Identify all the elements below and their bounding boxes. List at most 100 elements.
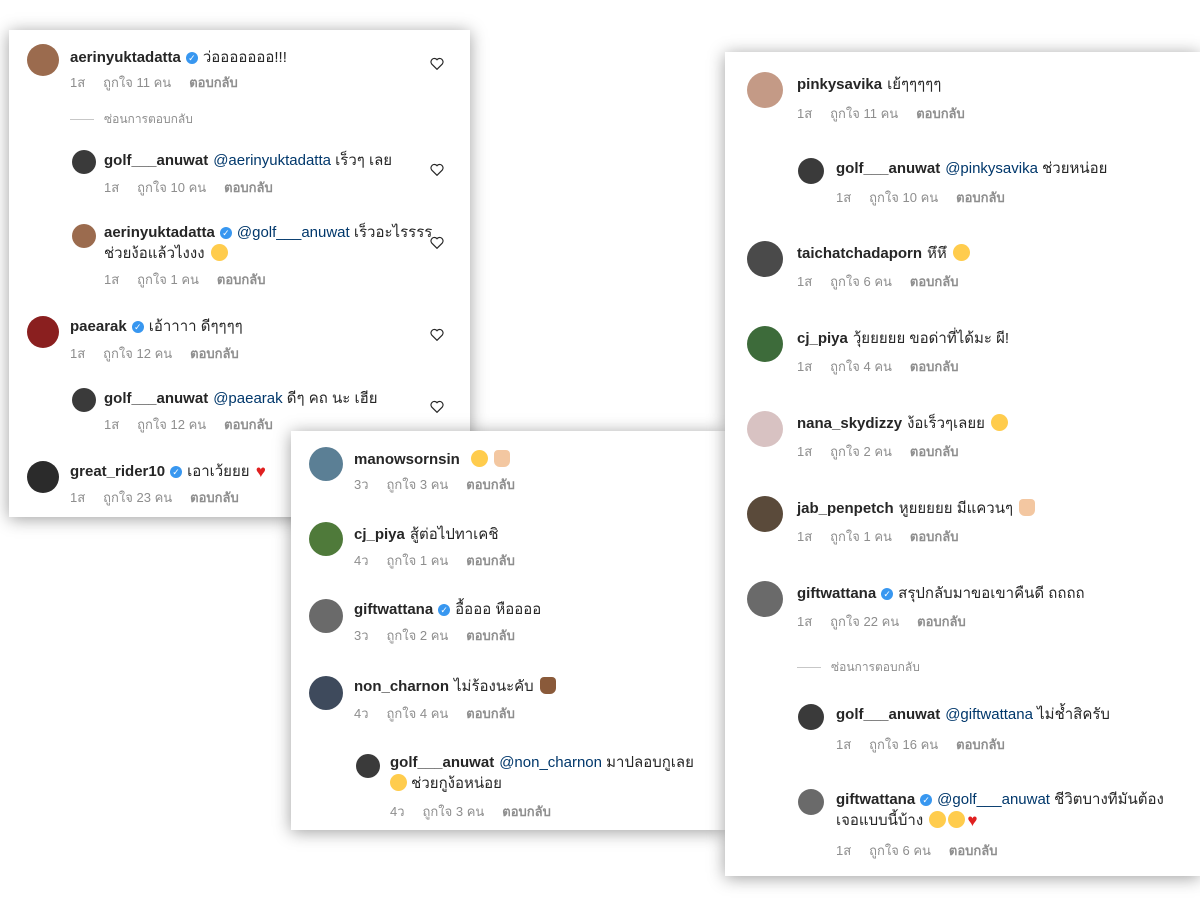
avatar[interactable]	[747, 326, 783, 362]
reply-button[interactable]: ตอบกลับ	[217, 272, 266, 287]
avatar[interactable]	[747, 411, 783, 447]
username[interactable]: aerinyuktadatta	[104, 224, 215, 241]
comment-time: 1ส	[797, 614, 813, 629]
like-count[interactable]: ถูกใจ 1 คน	[137, 272, 199, 287]
avatar[interactable]	[747, 241, 783, 277]
username[interactable]: golf___anuwat	[836, 160, 940, 177]
like-heart-icon[interactable]	[430, 400, 444, 413]
reply-button[interactable]: ตอบกลับ	[910, 359, 959, 374]
username[interactable]: golf___anuwat	[390, 754, 494, 771]
mention-link[interactable]: @paearak	[213, 390, 282, 407]
like-count[interactable]: ถูกใจ 6 คน	[869, 843, 931, 858]
like-count[interactable]: ถูกใจ 1 คน	[830, 529, 892, 544]
like-count[interactable]: ถูกใจ 23 คน	[103, 490, 172, 505]
like-heart-icon[interactable]	[430, 328, 444, 341]
like-heart-icon[interactable]	[430, 57, 444, 70]
avatar[interactable]	[27, 461, 59, 493]
mention-link[interactable]: @aerinyuktadatta	[213, 152, 331, 169]
username[interactable]: giftwattana	[797, 585, 876, 602]
like-count[interactable]: ถูกใจ 10 คน	[869, 190, 938, 205]
reply-button[interactable]: ตอบกลับ	[466, 628, 515, 643]
mention-link[interactable]: @non_charnon	[499, 754, 602, 771]
reply-button[interactable]: ตอบกลับ	[956, 190, 1005, 205]
like-heart-icon[interactable]	[430, 236, 444, 249]
username[interactable]: golf___anuwat	[104, 390, 208, 407]
verified-badge-icon: ✓	[131, 321, 144, 333]
reply-button[interactable]: ตอบกลับ	[916, 106, 965, 121]
verified-badge-icon: ✓	[920, 794, 933, 806]
avatar[interactable]	[747, 581, 783, 617]
comment-text: ช่วยหน่อย	[1042, 160, 1108, 177]
username[interactable]: golf___anuwat	[836, 706, 940, 723]
avatar[interactable]	[309, 676, 343, 710]
username[interactable]: cj_piya	[797, 330, 848, 347]
username[interactable]: giftwattana	[836, 791, 915, 808]
like-count[interactable]: ถูกใจ 4 คน	[387, 706, 449, 721]
avatar[interactable]	[798, 158, 824, 184]
reply-button[interactable]: ตอบกลับ	[189, 75, 238, 90]
avatar[interactable]	[747, 496, 783, 532]
reply-button[interactable]: ตอบกลับ	[502, 804, 551, 819]
avatar[interactable]	[356, 754, 380, 778]
avatar[interactable]	[72, 150, 96, 174]
username[interactable]: great_rider10	[70, 463, 165, 480]
mention-link[interactable]: @golf___anuwat	[237, 224, 350, 241]
like-heart-icon[interactable]	[430, 163, 444, 176]
username[interactable]: non_charnon	[354, 678, 449, 695]
reply-button[interactable]: ตอบกลับ	[466, 477, 515, 492]
like-count[interactable]: ถูกใจ 16 คน	[869, 737, 938, 752]
reply-button[interactable]: ตอบกลับ	[466, 706, 515, 721]
mention-link[interactable]: @pinkysavika	[945, 160, 1038, 177]
like-count[interactable]: ถูกใจ 3 คน	[423, 804, 485, 819]
like-count[interactable]: ถูกใจ 3 คน	[387, 477, 449, 492]
username[interactable]: cj_piya	[354, 526, 405, 543]
username[interactable]: jab_penpetch	[797, 500, 894, 517]
reply-button[interactable]: ตอบกลับ	[949, 843, 998, 858]
avatar[interactable]	[798, 704, 824, 730]
like-count[interactable]: ถูกใจ 12 คน	[137, 417, 206, 432]
username[interactable]: manowsornsin	[354, 451, 460, 468]
comment-time: 1ส	[836, 843, 852, 858]
username[interactable]: golf___anuwat	[104, 152, 208, 169]
like-count[interactable]: ถูกใจ 12 คน	[103, 346, 172, 361]
username[interactable]: pinkysavika	[797, 76, 882, 93]
reply-button[interactable]: ตอบกลับ	[910, 274, 959, 289]
avatar[interactable]	[72, 388, 96, 412]
reply-button[interactable]: ตอบกลับ	[910, 444, 959, 459]
username[interactable]: paearak	[70, 318, 127, 335]
reply-button[interactable]: ตอบกลับ	[956, 737, 1005, 752]
like-count[interactable]: ถูกใจ 1 คน	[387, 553, 449, 568]
avatar[interactable]	[309, 447, 343, 481]
avatar[interactable]	[309, 599, 343, 633]
verified-badge-icon: ✓	[881, 588, 894, 600]
username[interactable]: nana_skydizzy	[797, 415, 902, 432]
avatar[interactable]	[27, 316, 59, 348]
reply-button[interactable]: ตอบกลับ	[466, 553, 515, 568]
avatar[interactable]	[798, 789, 824, 815]
like-count[interactable]: ถูกใจ 4 คน	[830, 359, 892, 374]
like-count[interactable]: ถูกใจ 2 คน	[387, 628, 449, 643]
avatar[interactable]	[747, 72, 783, 108]
hide-replies-toggle[interactable]: ซ่อนการตอบกลับ	[70, 110, 193, 129]
avatar[interactable]	[309, 522, 343, 556]
mention-link[interactable]: @golf___anuwat	[937, 791, 1050, 808]
reply-button[interactable]: ตอบกลับ	[910, 529, 959, 544]
username[interactable]: aerinyuktadatta	[70, 49, 181, 66]
avatar[interactable]	[72, 224, 96, 248]
like-count[interactable]: ถูกใจ 22 คน	[830, 614, 899, 629]
mention-link[interactable]: @giftwattana	[945, 706, 1033, 723]
like-count[interactable]: ถูกใจ 11 คน	[103, 75, 171, 90]
like-count[interactable]: ถูกใจ 6 คน	[830, 274, 892, 289]
like-count[interactable]: ถูกใจ 11 คน	[830, 106, 898, 121]
reply-button[interactable]: ตอบกลับ	[224, 180, 273, 195]
username[interactable]: taichatchadaporn	[797, 245, 922, 262]
reply-button[interactable]: ตอบกลับ	[190, 346, 239, 361]
reply-button[interactable]: ตอบกลับ	[190, 490, 239, 505]
like-count[interactable]: ถูกใจ 10 คน	[137, 180, 206, 195]
like-count[interactable]: ถูกใจ 2 คน	[830, 444, 892, 459]
reply-button[interactable]: ตอบกลับ	[224, 417, 273, 432]
hide-replies-toggle[interactable]: ซ่อนการตอบกลับ	[797, 658, 920, 677]
username[interactable]: giftwattana	[354, 601, 433, 618]
reply-button[interactable]: ตอบกลับ	[917, 614, 966, 629]
avatar[interactable]	[27, 44, 59, 76]
